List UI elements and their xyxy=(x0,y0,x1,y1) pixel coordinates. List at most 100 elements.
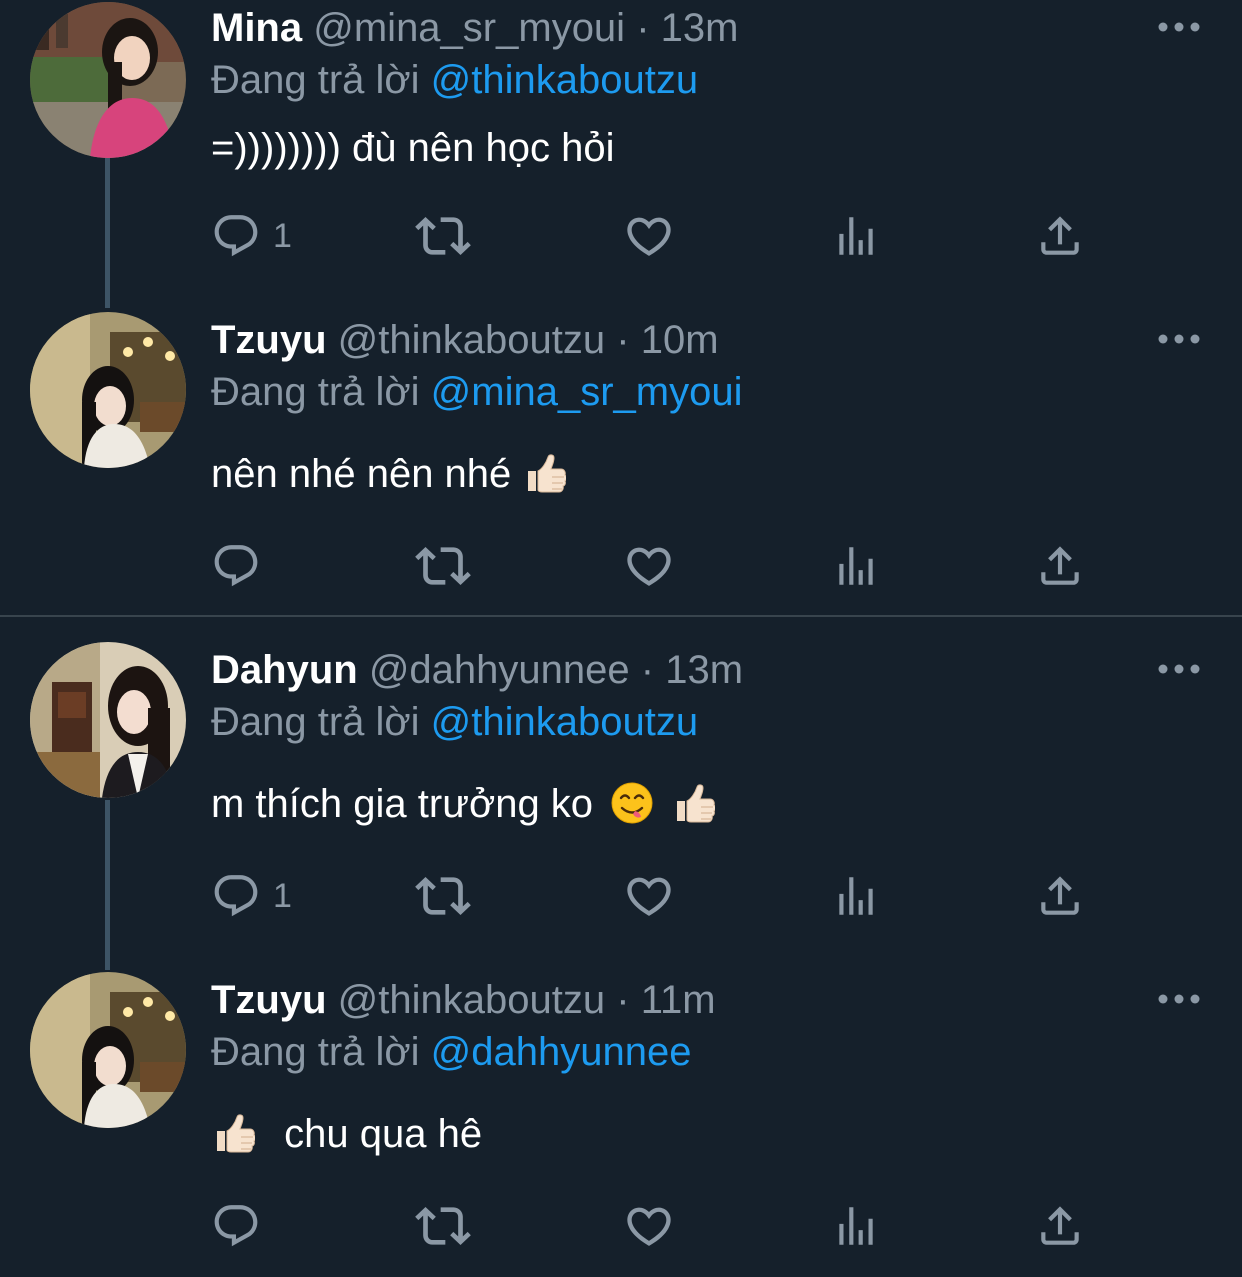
timestamp[interactable]: 10m xyxy=(641,318,719,362)
views-button[interactable] xyxy=(831,536,881,596)
views-button[interactable] xyxy=(831,1196,881,1256)
display-name[interactable]: Tzuyu xyxy=(211,318,327,362)
tweet-header: Tzuyu @thinkaboutzu · 10m xyxy=(211,312,719,368)
timestamp[interactable]: 13m xyxy=(661,6,739,50)
reply-count: 1 xyxy=(273,216,292,255)
display-name[interactable]: Mina xyxy=(211,6,302,50)
tweet-text-content: m thích gia trưởng ko xyxy=(211,782,594,826)
reply-mention[interactable]: @thinkaboutzu xyxy=(431,58,698,102)
tweet-2[interactable]: Tzuyu @thinkaboutzu · 10m Đang trả lời @… xyxy=(0,312,1242,614)
tweet-text-content: chu qua hê xyxy=(284,1112,483,1156)
tweet-text-content: =)))))))) đù nên học hỏi xyxy=(211,126,615,170)
reply-icon xyxy=(214,215,258,257)
heart-icon xyxy=(627,877,671,916)
user-handle[interactable]: @thinkaboutzu xyxy=(338,978,605,1022)
display-name[interactable]: Dahyun xyxy=(211,648,358,692)
thread-connector xyxy=(105,800,110,970)
tweet-4[interactable]: Tzuyu @thinkaboutzu · 11m Đang trả lời @… xyxy=(0,972,1242,1277)
avatar-tzuyu[interactable] xyxy=(30,972,186,1128)
share-button[interactable] xyxy=(1035,536,1085,596)
share-button[interactable] xyxy=(1035,1196,1085,1256)
views-button[interactable] xyxy=(831,866,881,926)
replying-to: Đang trả lời @dahhyunnee xyxy=(211,1024,692,1080)
more-button[interactable] xyxy=(1152,984,1206,1014)
replying-to-label: Đang trả lời xyxy=(211,700,420,744)
separator-dot: · xyxy=(616,318,630,362)
heart-icon xyxy=(627,1207,671,1246)
action-bar: 1 xyxy=(211,866,1111,926)
separator-dot: · xyxy=(616,978,630,1022)
action-bar xyxy=(211,536,1111,596)
tweet-text: chu qua hê xyxy=(211,1106,482,1162)
like-button[interactable] xyxy=(623,206,675,266)
avatar-tzuyu[interactable] xyxy=(30,312,186,468)
replying-to-label: Đang trả lời xyxy=(211,370,420,414)
like-button[interactable] xyxy=(623,866,675,926)
replying-to-label: Đang trả lời xyxy=(211,58,420,102)
retweet-button[interactable] xyxy=(415,206,471,266)
retweet-button[interactable] xyxy=(415,866,471,926)
like-button[interactable] xyxy=(623,536,675,596)
yum-face-emoji xyxy=(610,782,654,825)
heart-icon xyxy=(627,217,671,256)
reply-mention[interactable]: @thinkaboutzu xyxy=(431,700,698,744)
user-handle[interactable]: @dahhyunnee xyxy=(369,648,630,692)
tweet-3[interactable]: Dahyun @dahhyunnee · 13m Đang trả lời @t… xyxy=(0,642,1242,972)
reply-button[interactable] xyxy=(211,536,273,596)
reply-count: 1 xyxy=(273,876,292,915)
share-icon xyxy=(1041,546,1079,585)
tweet-text-content: nên nhé nên nhé xyxy=(211,452,512,496)
retweet-icon xyxy=(415,877,471,915)
tweet-text: =)))))))) đù nên học hỏi xyxy=(211,120,614,176)
reply-button[interactable]: 1 xyxy=(211,206,292,266)
views-icon xyxy=(839,547,873,585)
timestamp[interactable]: 11m xyxy=(641,978,716,1022)
more-icon xyxy=(1158,334,1200,344)
replying-to-label: Đang trả lời xyxy=(211,1030,420,1074)
reply-mention[interactable]: @mina_sr_myoui xyxy=(431,370,743,414)
avatar-mina[interactable] xyxy=(30,2,186,158)
more-button[interactable] xyxy=(1152,324,1206,354)
reply-button[interactable]: 1 xyxy=(211,866,292,926)
more-button[interactable] xyxy=(1152,12,1206,42)
thumbs-up-emoji xyxy=(216,1114,255,1154)
reply-icon xyxy=(214,1205,258,1247)
reply-mention[interactable]: @dahhyunnee xyxy=(431,1030,692,1074)
user-handle[interactable]: @mina_sr_myoui xyxy=(313,6,625,50)
tweet-text: m thích gia trưởng ko xyxy=(211,776,716,832)
reply-icon xyxy=(214,875,258,917)
views-icon xyxy=(839,217,873,255)
views-button[interactable] xyxy=(831,206,881,266)
more-button[interactable] xyxy=(1152,654,1206,684)
reply-button[interactable] xyxy=(211,1196,273,1256)
retweet-icon xyxy=(415,1207,471,1245)
share-button[interactable] xyxy=(1035,206,1085,266)
like-button[interactable] xyxy=(623,1196,675,1256)
separator-dot: · xyxy=(640,648,655,692)
more-icon xyxy=(1158,994,1200,1004)
tweet-header: Dahyun @dahhyunnee · 13m xyxy=(211,642,743,698)
reply-icon xyxy=(214,545,258,587)
thread-divider xyxy=(0,615,1242,617)
views-icon xyxy=(839,877,873,915)
timestamp[interactable]: 13m xyxy=(665,648,743,692)
more-icon xyxy=(1158,22,1200,32)
retweet-icon xyxy=(415,217,471,255)
tweet-text: nên nhé nên nhé xyxy=(211,446,567,502)
share-icon xyxy=(1041,876,1079,915)
tweet-header: Tzuyu @thinkaboutzu · 11m xyxy=(211,972,716,1028)
share-icon xyxy=(1041,1206,1079,1245)
retweet-button[interactable] xyxy=(415,1196,471,1256)
share-button[interactable] xyxy=(1035,866,1085,926)
views-icon xyxy=(839,1207,873,1245)
tweet-1[interactable]: Mina @mina_sr_myoui · 13m Đang trả lời @… xyxy=(0,0,1242,310)
tweet-header: Mina @mina_sr_myoui · 13m xyxy=(211,0,738,56)
replying-to: Đang trả lời @thinkaboutzu xyxy=(211,694,698,750)
action-bar: 1 xyxy=(211,206,1111,266)
user-handle[interactable]: @thinkaboutzu xyxy=(338,318,605,362)
avatar-dahyun[interactable] xyxy=(30,642,186,798)
retweet-button[interactable] xyxy=(415,536,471,596)
more-icon xyxy=(1158,664,1200,674)
display-name[interactable]: Tzuyu xyxy=(211,978,327,1022)
thumbs-up-emoji xyxy=(527,454,567,494)
